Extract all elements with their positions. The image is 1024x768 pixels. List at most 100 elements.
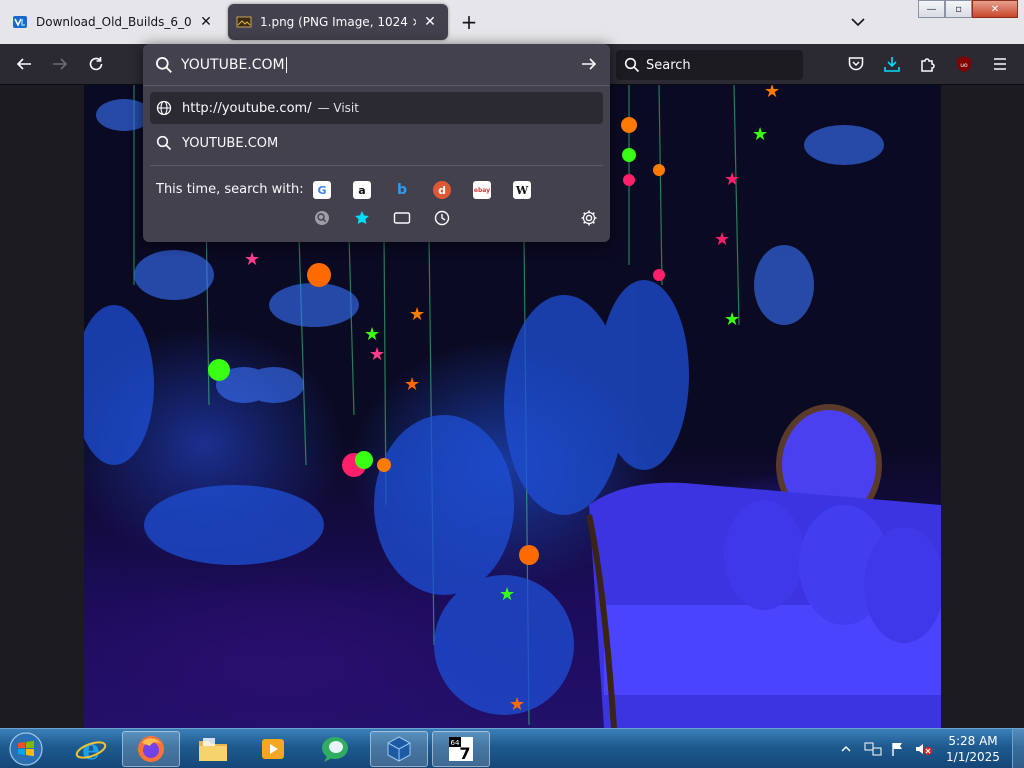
- taskbar-explorer[interactable]: [184, 731, 242, 767]
- taskbar-7zip[interactable]: 64 7: [432, 731, 490, 767]
- search-placeholder: Search: [646, 57, 691, 73]
- image-thumb-icon: [236, 14, 252, 30]
- search-settings-gear-icon[interactable]: [580, 209, 598, 227]
- pocket-button[interactable]: [846, 54, 866, 74]
- ebay-engine-button[interactable]: ebay: [473, 181, 491, 199]
- ublock-button[interactable]: uo: [954, 54, 974, 74]
- reload-button[interactable]: [86, 54, 106, 74]
- search-icon: [156, 135, 172, 151]
- tab-image[interactable]: 1.png (PNG Image, 1024 × 768 p ✕: [228, 4, 448, 40]
- taskbar-ie[interactable]: e: [62, 731, 120, 767]
- duckduckgo-engine-button[interactable]: d: [433, 181, 451, 199]
- tabs-icon: [393, 212, 411, 224]
- tabs-mode-button[interactable]: [393, 209, 411, 227]
- svg-text:★: ★: [364, 324, 380, 345]
- search-bar[interactable]: Search: [616, 50, 803, 80]
- tab-title: Download_Old_Builds_6_0 – Or: [36, 15, 192, 29]
- bookmarks-mode-button[interactable]: [353, 209, 371, 227]
- amazon-engine-button[interactable]: a: [353, 181, 371, 199]
- screen: Download_Old_Builds_6_0 – Or ✕ 1.png (PN…: [0, 0, 1024, 768]
- back-button[interactable]: [14, 54, 34, 74]
- vb-logo-icon: [12, 14, 28, 30]
- svg-text:★: ★: [244, 249, 260, 270]
- wikipedia-engine-button[interactable]: W: [513, 181, 531, 199]
- system-tray: [840, 729, 932, 768]
- svg-text:★: ★: [369, 344, 385, 365]
- seven-zip-icon: 647: [449, 737, 473, 763]
- ublock-shield-icon: uo: [957, 56, 971, 72]
- tray-expand-icon[interactable]: [840, 743, 852, 755]
- hamburger-icon: [994, 58, 1006, 70]
- internet-explorer-icon: e: [75, 733, 107, 765]
- forward-arrow-icon: [53, 58, 68, 70]
- svg-text:★: ★: [409, 304, 425, 325]
- clock-date: 1/1/2025: [946, 750, 1000, 764]
- ebay-icon: ebay: [473, 186, 491, 194]
- volume-muted-icon[interactable]: [914, 741, 932, 757]
- url-input[interactable]: YOUTUBE.COM: [143, 44, 610, 85]
- downloads-button[interactable]: [882, 54, 902, 74]
- window-controls: — ▫ ✕: [918, 0, 1018, 18]
- maximize-button[interactable]: ▫: [945, 0, 972, 18]
- svg-text:★: ★: [764, 85, 780, 102]
- search-icon: [624, 57, 640, 73]
- tab-download-old-builds[interactable]: Download_Old_Builds_6_0 – Or ✕: [4, 4, 224, 40]
- svg-text:★: ★: [724, 309, 740, 330]
- search-icon: [156, 56, 172, 73]
- amazon-icon: a: [358, 183, 366, 197]
- folder-icon: [199, 738, 227, 761]
- action-center-flag-icon[interactable]: [890, 741, 906, 757]
- puzzle-icon: [921, 58, 935, 72]
- search-mode-button[interactable]: [313, 209, 331, 227]
- windows-orb-icon: [9, 732, 43, 766]
- suggestion-visit-url[interactable]: http://youtube.com/ — Visit: [150, 92, 603, 124]
- forward-button[interactable]: [50, 54, 70, 74]
- url-typed-text: YOUTUBE.COM: [181, 56, 285, 73]
- network-icon[interactable]: [864, 741, 882, 757]
- minimize-button[interactable]: —: [918, 0, 945, 18]
- download-icon: [884, 57, 900, 72]
- chevron-down-icon: [851, 18, 865, 27]
- tab-close-icon[interactable]: ✕: [198, 14, 214, 30]
- tab-strip: Download_Old_Builds_6_0 – Or ✕ 1.png (PN…: [0, 0, 1024, 44]
- list-all-tabs-button[interactable]: [848, 12, 868, 32]
- taskbar-media-player[interactable]: [244, 731, 302, 767]
- extensions-button[interactable]: [918, 54, 938, 74]
- history-clock-icon: [434, 210, 450, 226]
- svg-text:★: ★: [499, 584, 515, 605]
- duckduckgo-icon: d: [438, 183, 446, 197]
- tab-close-icon[interactable]: ✕: [422, 14, 438, 30]
- pocket-icon: [848, 57, 864, 71]
- clock-time: 5:28 AM: [948, 734, 998, 748]
- svg-text:★: ★: [724, 169, 740, 190]
- show-desktop-button[interactable]: [1012, 729, 1024, 768]
- tab-title: 1.png (PNG Image, 1024 × 768 p: [260, 15, 416, 29]
- go-arrow-icon[interactable]: [580, 55, 598, 73]
- bing-engine-button[interactable]: b: [393, 181, 411, 199]
- globe-icon: [156, 100, 172, 116]
- new-tab-button[interactable]: +: [458, 12, 480, 34]
- windows-taskbar: e 64 7 5:28 AM 1/1/2025: [0, 728, 1024, 768]
- taskbar-virtualbox[interactable]: [370, 731, 428, 767]
- bookmarks-star-icon: [355, 211, 369, 224]
- suggestion-search[interactable]: YOUTUBE.COM: [150, 127, 603, 159]
- start-button[interactable]: [4, 730, 48, 768]
- taskbar-chat-app[interactable]: [306, 731, 364, 767]
- virtualbox-icon: [387, 736, 411, 762]
- back-arrow-icon: [16, 58, 31, 70]
- history-mode-button[interactable]: [433, 209, 451, 227]
- suggestion-action: — Visit: [317, 101, 359, 115]
- svg-text:★: ★: [509, 694, 525, 715]
- urlbar-dropdown: YOUTUBE.COM http://youtube.com/ — Visit …: [143, 44, 610, 242]
- firefox-icon: [138, 736, 164, 762]
- close-button[interactable]: ✕: [972, 0, 1018, 18]
- bing-icon: b: [396, 182, 408, 198]
- taskbar-clock[interactable]: 5:28 AM 1/1/2025: [938, 733, 1008, 765]
- google-icon: G: [317, 183, 327, 197]
- divider: [150, 165, 603, 166]
- google-engine-button[interactable]: G: [313, 181, 331, 199]
- wikipedia-icon: W: [515, 183, 529, 197]
- taskbar-firefox[interactable]: [122, 731, 180, 767]
- app-menu-button[interactable]: [990, 54, 1010, 74]
- svg-text:7: 7: [459, 744, 470, 763]
